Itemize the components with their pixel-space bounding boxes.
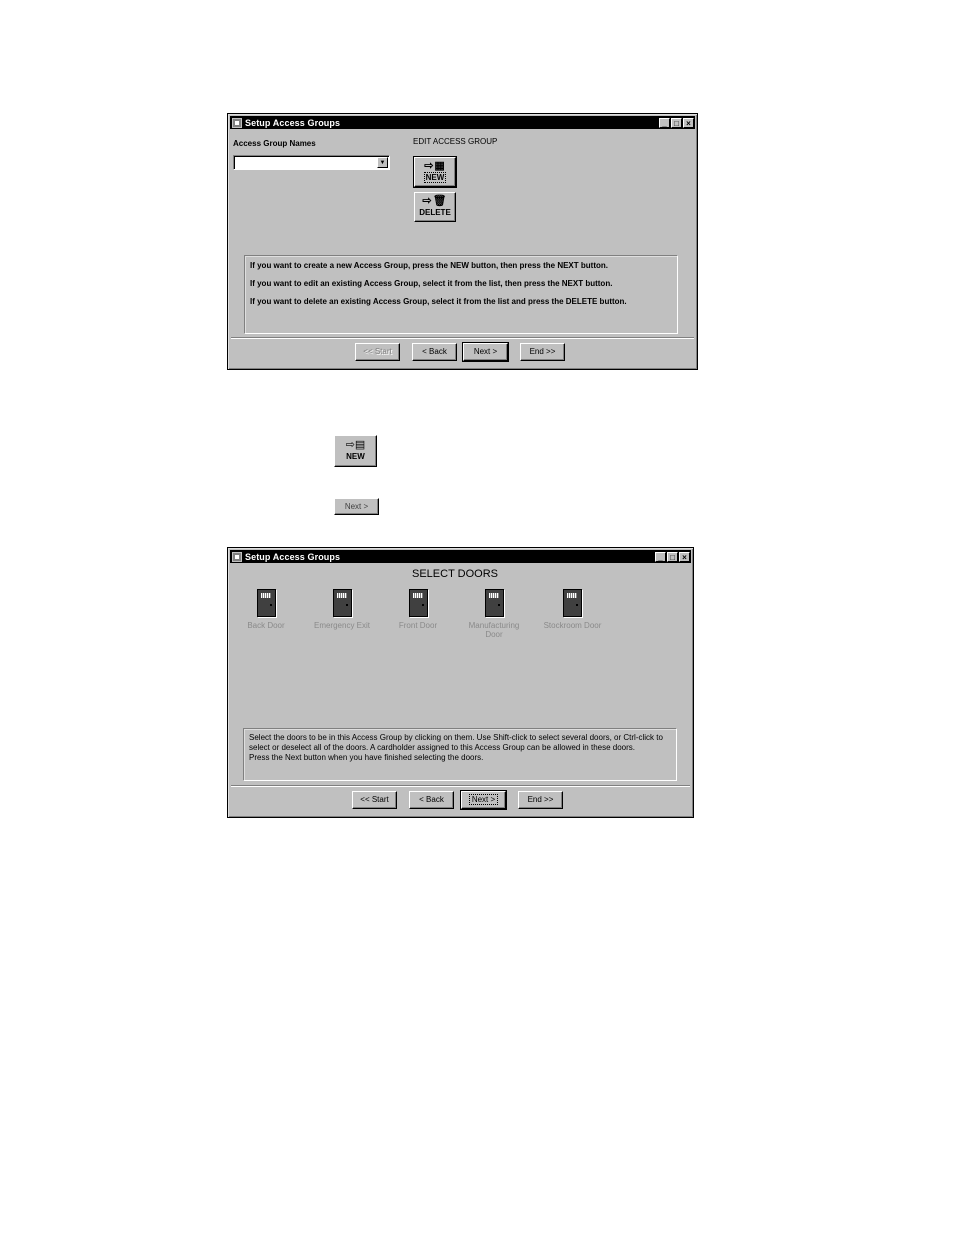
door-item[interactable]: Front Door: [383, 589, 453, 630]
instruction-next: Press the Next button when you have fini…: [249, 753, 484, 762]
window-title: Setup Access Groups: [245, 117, 341, 128]
door-label: Stockroom Door: [543, 621, 602, 630]
access-group-names-dropdown[interactable]: ▼: [233, 155, 390, 170]
back-button-label: < Back: [419, 795, 444, 804]
door-icon: [563, 589, 582, 617]
back-button-label: < Back: [422, 347, 447, 356]
delete-button-label: DELETE: [419, 208, 451, 217]
start-button[interactable]: << Start: [355, 343, 400, 361]
close-icon[interactable]: ×: [683, 117, 694, 128]
door-item[interactable]: Stockroom Door: [535, 589, 610, 630]
minimize-icon[interactable]: _: [655, 551, 666, 562]
app-icon: [232, 551, 242, 562]
minimize-icon[interactable]: _: [659, 117, 670, 128]
instructions-panel: Select the doors to be in this Access Gr…: [243, 728, 677, 781]
divider: [231, 785, 690, 787]
app-icon: [232, 117, 242, 128]
door-icon: [256, 589, 276, 617]
maximize-icon[interactable]: □: [671, 117, 682, 128]
next-button-illustration[interactable]: Next >: [334, 498, 379, 515]
next-button-label: Next >: [473, 347, 498, 356]
next-button[interactable]: Next >: [462, 342, 509, 362]
back-button[interactable]: < Back: [412, 343, 457, 361]
instruction-edit: If you want to edit an existing Access G…: [250, 279, 613, 288]
door-label: Emergency Exit: [313, 621, 371, 630]
door-item[interactable]: Back Door: [231, 589, 301, 630]
instruction-delete: If you want to delete an existing Access…: [250, 297, 627, 306]
door-icon: [332, 589, 352, 617]
door-label: Manufacturing Door: [468, 621, 520, 639]
edit-access-group-heading: EDIT ACCESS GROUP: [413, 137, 498, 146]
new-button-illustration[interactable]: ⇨▤ NEW: [334, 435, 377, 467]
new-button[interactable]: ⇨▦ NEW: [413, 156, 457, 188]
door-icon: [408, 589, 428, 617]
next-button-label: Next >: [468, 794, 499, 805]
new-record-icon: ⇨▤: [345, 439, 366, 451]
end-button[interactable]: End >>: [520, 343, 565, 361]
maximize-icon[interactable]: □: [667, 551, 678, 562]
setup-access-groups-window: Setup Access Groups _ □ × Access Group N…: [227, 113, 698, 370]
start-button-label: << Start: [363, 347, 392, 356]
back-button[interactable]: < Back: [409, 791, 454, 809]
title-bar[interactable]: Setup Access Groups _ □ ×: [230, 550, 691, 563]
close-icon[interactable]: ×: [679, 551, 690, 562]
end-button-label: End >>: [527, 795, 554, 804]
end-button-label: End >>: [529, 347, 556, 356]
new-record-icon: ⇨▦: [424, 160, 446, 172]
new-button-label: NEW: [423, 172, 447, 183]
door-icon: [484, 589, 504, 617]
select-doors-heading: SELECT DOORS: [412, 568, 498, 580]
instruction-text: Select the doors to be in this Access Gr…: [249, 733, 663, 752]
door-item[interactable]: Manufacturing Door: [459, 589, 529, 639]
start-button-label: << Start: [360, 795, 389, 804]
chevron-down-icon[interactable]: ▼: [377, 157, 388, 168]
next-button-label: Next >: [344, 502, 369, 511]
access-group-names-label: Access Group Names: [233, 139, 316, 148]
select-doors-window: Setup Access Groups _ □ × SELECT DOORS B…: [227, 547, 694, 818]
instruction-new: If you want to create a new Access Group…: [250, 261, 608, 270]
divider: [231, 337, 694, 339]
start-button[interactable]: << Start: [352, 791, 397, 809]
title-bar[interactable]: Setup Access Groups _ □ ×: [230, 116, 695, 129]
door-item[interactable]: Emergency Exit: [307, 589, 377, 630]
new-button-label: NEW: [346, 452, 365, 461]
instructions-panel: If you want to create a new Access Group…: [244, 255, 678, 334]
door-label: Front Door: [398, 621, 438, 630]
window-title: Setup Access Groups: [245, 551, 341, 562]
next-button[interactable]: Next >: [460, 790, 507, 810]
trash-icon: ⇨🗑: [422, 195, 448, 207]
end-button[interactable]: End >>: [518, 791, 563, 809]
door-label: Back Door: [247, 621, 285, 630]
delete-button[interactable]: ⇨🗑 DELETE: [414, 192, 456, 222]
